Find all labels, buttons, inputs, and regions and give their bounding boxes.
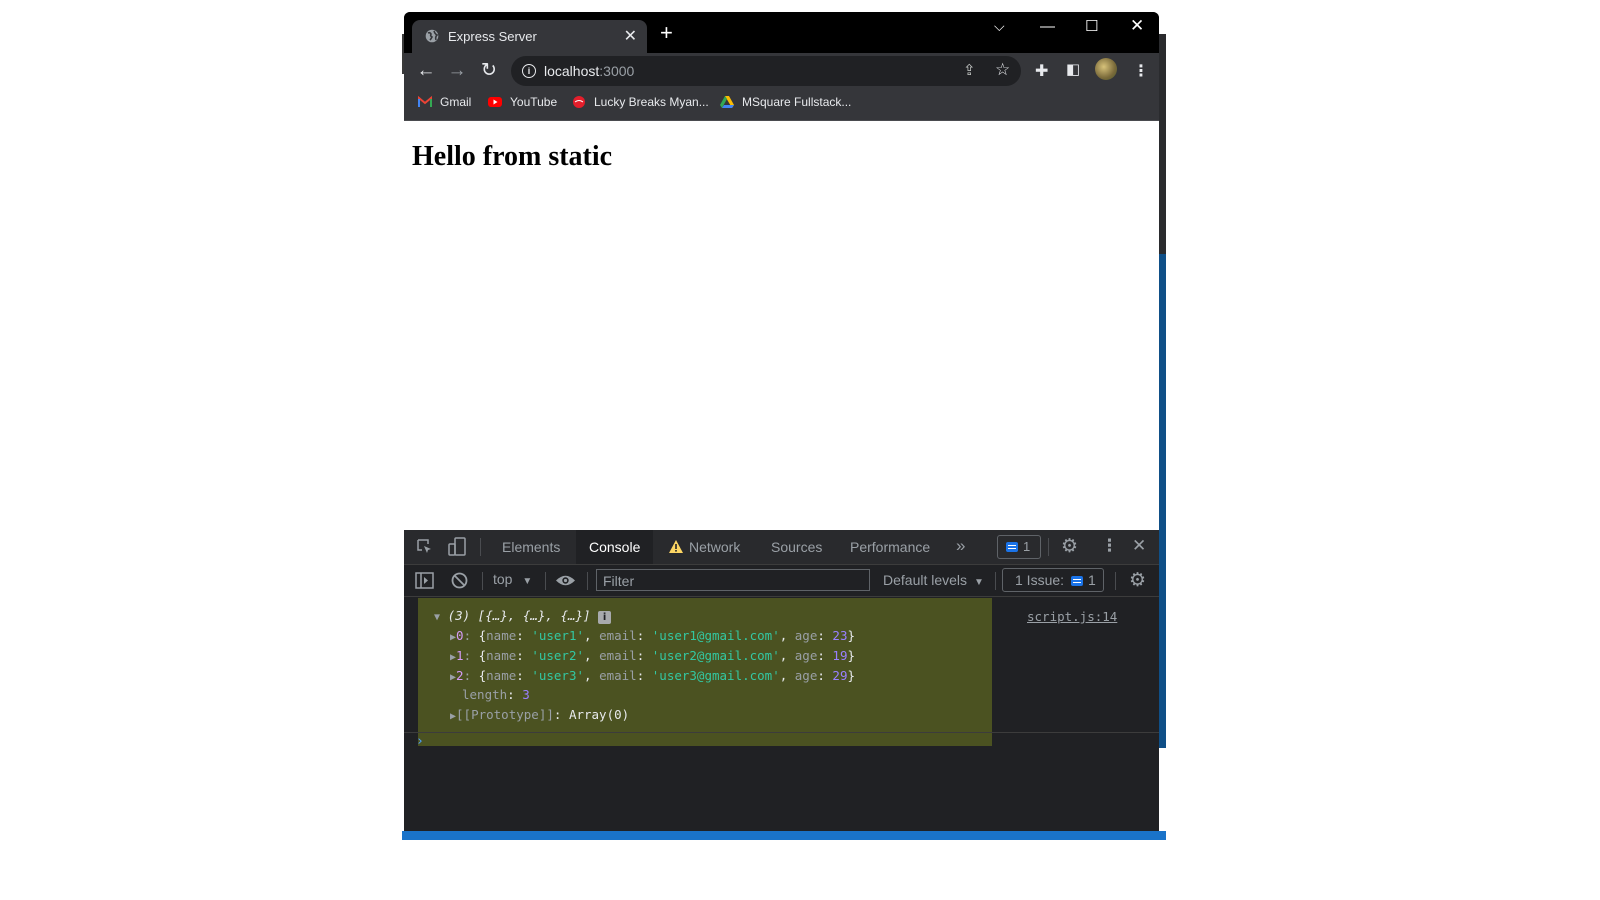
- tab-search-chevron-icon[interactable]: ⌵: [994, 18, 1005, 35]
- share-icon[interactable]: ⇪: [963, 61, 976, 79]
- devtools-panel: Elements Console Network Sources Perform…: [404, 530, 1159, 831]
- bookmark-gmail[interactable]: Gmail: [418, 95, 471, 109]
- source-link[interactable]: script.js:14: [1027, 609, 1117, 624]
- prototype-property[interactable]: ▶[[Prototype]]: Array(0): [450, 707, 629, 722]
- address-bar[interactable]: i localhost:3000 ⇪ ☆: [511, 56, 1021, 86]
- console-prompt[interactable]: ›: [416, 734, 424, 749]
- tab-close-icon[interactable]: ✕: [624, 26, 637, 46]
- reload-icon[interactable]: ↻: [478, 60, 500, 82]
- globe-icon: [425, 29, 439, 43]
- console-output: script.js:14 ▼ (3) [{…}, {…}, {…}] i ▶0:…: [404, 597, 1159, 831]
- console-settings-gear-icon[interactable]: ⚙: [1129, 569, 1146, 592]
- forward-arrow-icon[interactable]: →: [446, 60, 468, 82]
- maximize-icon[interactable]: ☐: [1085, 17, 1098, 35]
- tab-network[interactable]: Network: [655, 530, 753, 564]
- close-devtools-icon[interactable]: ✕: [1132, 536, 1146, 556]
- coca-cola-icon: [573, 96, 585, 108]
- clear-console-icon[interactable]: [451, 572, 468, 589]
- bookmark-star-icon[interactable]: ☆: [995, 60, 1010, 80]
- close-window-icon[interactable]: ✕: [1130, 16, 1144, 36]
- devtools-tab-bar: Elements Console Network Sources Perform…: [404, 530, 1159, 565]
- live-expression-eye-icon[interactable]: [555, 574, 576, 587]
- bookmark-lucky-breaks[interactable]: Lucky Breaks Myan...: [572, 95, 709, 109]
- bookmark-msquare[interactable]: MSquare Fullstack...: [720, 95, 851, 109]
- tab-strip: Express Server ✕ + ⌵ — ☐ ✕: [404, 12, 1159, 53]
- issues-button[interactable]: 1 Issue: 1: [1002, 568, 1104, 592]
- info-badge-icon: i: [598, 611, 612, 624]
- devtools-menu-icon[interactable]: ⋮: [1101, 536, 1118, 556]
- list-item[interactable]: ▶0: {name: 'user1', email: 'user1@gmail.…: [450, 628, 855, 643]
- array-log-summary[interactable]: ▼ (3) [{…}, {…}, {…}] i: [434, 608, 612, 624]
- length-property: length: 3: [462, 687, 530, 702]
- divider: [404, 732, 1159, 733]
- taskbar-strip: [402, 831, 1166, 840]
- extensions-puzzle-icon[interactable]: ✚: [1035, 61, 1048, 81]
- browser-toolbar: ← → ↻ i localhost:3000 ⇪ ☆ ✚ ◧ ⋮: [404, 53, 1159, 89]
- list-item[interactable]: ▶1: {name: 'user2', email: 'user2@gmail.…: [450, 648, 855, 663]
- tab-sources[interactable]: Sources: [758, 530, 835, 564]
- site-info-icon[interactable]: i: [522, 64, 536, 78]
- tab-console[interactable]: Console: [576, 530, 654, 564]
- settings-gear-icon[interactable]: ⚙: [1061, 535, 1078, 558]
- console-filter-input[interactable]: Filter: [596, 569, 870, 591]
- url-text[interactable]: localhost:3000: [544, 63, 634, 79]
- minimize-icon[interactable]: —: [1040, 18, 1055, 35]
- profile-avatar[interactable]: [1095, 58, 1117, 80]
- inspect-element-icon[interactable]: [416, 538, 434, 556]
- device-toolbar-icon[interactable]: [448, 537, 466, 557]
- messages-badge[interactable]: 1: [997, 535, 1041, 559]
- back-arrow-icon[interactable]: ←: [415, 60, 437, 82]
- youtube-icon: [488, 97, 502, 107]
- browser-menu-icon[interactable]: ⋮: [1133, 61, 1149, 81]
- list-item[interactable]: ▶2: {name: 'user3', email: 'user3@gmail.…: [450, 668, 855, 683]
- sidebar-toggle-icon[interactable]: [415, 572, 434, 589]
- more-tabs-icon[interactable]: »: [956, 536, 965, 556]
- browser-window: Express Server ✕ + ⌵ — ☐ ✕ ← → ↻ i local…: [404, 12, 1159, 831]
- tab-express-server[interactable]: Express Server ✕: [412, 20, 647, 53]
- page-heading: Hello from static: [412, 141, 613, 172]
- page-viewport: Hello from static: [404, 121, 1159, 530]
- background-window-edge: [1158, 34, 1166, 748]
- side-panel-icon[interactable]: ◧: [1066, 60, 1080, 78]
- bookmarks-bar: Gmail YouTube Lucky Breaks Myan... MSqua…: [404, 89, 1159, 121]
- new-tab-button[interactable]: +: [660, 22, 673, 44]
- console-toolbar: top ▼ Filter Default levels ▼ 1 Issue: 1…: [404, 565, 1159, 597]
- bookmark-youtube[interactable]: YouTube: [488, 95, 557, 109]
- warning-icon: [669, 540, 683, 553]
- log-levels-dropdown[interactable]: Default levels ▼: [883, 572, 984, 588]
- tab-elements[interactable]: Elements: [489, 530, 573, 564]
- gmail-icon: [418, 96, 432, 107]
- issue-message-icon: [1071, 576, 1083, 586]
- context-select[interactable]: top ▼: [493, 571, 532, 587]
- google-drive-icon: [720, 96, 734, 108]
- message-icon: [1006, 542, 1018, 552]
- tab-performance[interactable]: Performance: [837, 530, 943, 564]
- tab-title: Express Server: [448, 29, 537, 44]
